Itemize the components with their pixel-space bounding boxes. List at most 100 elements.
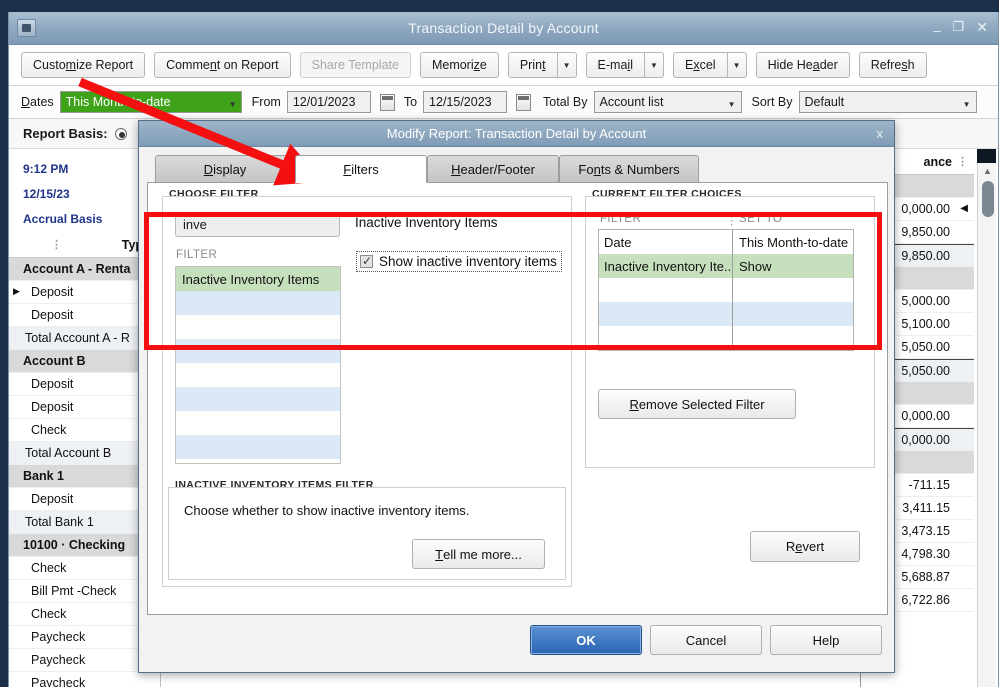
show-inactive-inventory-checkbox-row[interactable]: Show inactive inventory items xyxy=(356,251,562,272)
to-date-input[interactable]: 12/15/2023 xyxy=(423,91,508,113)
customize-report-button[interactable]: Custo m ize Report xyxy=(21,52,146,78)
scrollbar-thumb[interactable] xyxy=(982,181,994,217)
to-date-value: 12/15/2023 xyxy=(429,95,492,109)
filter-list-item[interactable] xyxy=(176,435,340,459)
comment-on-report-button[interactable]: Comme n t on Report xyxy=(154,52,291,78)
scroll-up-icon[interactable]: ▲ xyxy=(978,163,997,179)
report-vertical-scrollbar[interactable]: ▲ xyxy=(977,149,996,687)
memorize-button[interactable]: Memori z e xyxy=(419,52,499,78)
print-button[interactable]: Prin t xyxy=(507,52,558,78)
filter-list-item[interactable] xyxy=(176,339,340,363)
total-by-dropdown[interactable]: Account list ▼ xyxy=(593,91,742,113)
help-button[interactable]: Help xyxy=(770,625,882,655)
window-title: Transaction Detail by Account xyxy=(408,20,599,36)
dates-dropdown-value: This Month-to-date xyxy=(65,95,171,109)
close-icon[interactable]: ✕ xyxy=(976,20,988,34)
dialog-titlebar: Modify Report: Transaction Detail by Acc… xyxy=(139,121,894,147)
filter-list-item[interactable] xyxy=(176,291,340,315)
report-basis-label: Report Basis: xyxy=(23,126,108,141)
excel-split-button: Ex cel ▼ xyxy=(672,52,747,78)
excel-chevron-down-icon[interactable]: ▼ xyxy=(727,52,747,78)
from-label: From xyxy=(251,95,281,109)
maximize-icon[interactable]: ❐ xyxy=(953,20,965,34)
current-filter-row[interactable] xyxy=(599,278,853,302)
tab-filters[interactable]: Filters xyxy=(295,155,427,183)
email-button[interactable]: E-ma i l xyxy=(585,52,645,78)
show-inactive-inventory-checkbox[interactable] xyxy=(360,254,373,268)
dates-dropdown[interactable]: This Month-to-date ▼ xyxy=(59,91,242,113)
report-row-balance: 6,722.86 xyxy=(901,593,950,607)
cancel-button[interactable]: Cancel xyxy=(650,625,762,655)
filter-list-item[interactable] xyxy=(176,411,340,435)
remove-selected-filter-button[interactable]: Remove Selected Filter xyxy=(598,389,796,419)
current-filter-name xyxy=(599,278,733,302)
tab-fonts-numbers[interactable]: Fonts & Numbers xyxy=(559,155,699,182)
excel-button[interactable]: Ex cel xyxy=(672,52,728,78)
revert-button[interactable]: Re vert xyxy=(750,531,860,562)
from-date-input[interactable]: 12/01/2023 xyxy=(286,91,371,113)
to-label: To xyxy=(403,95,418,109)
from-calendar-icon[interactable] xyxy=(379,93,395,111)
filter-list-item[interactable] xyxy=(176,387,340,411)
report-row-balance: 0,000.00 xyxy=(901,409,950,423)
column-grip-icon: ⋮ xyxy=(51,239,63,251)
current-filter-row[interactable]: Inactive Inventory Ite... Show xyxy=(599,254,853,278)
report-row-balance: 5,000.00 xyxy=(901,294,950,308)
desktop-top-strip xyxy=(0,0,999,12)
ok-button[interactable]: OK xyxy=(530,625,642,655)
column-header-balance-label: ance xyxy=(923,154,953,169)
cfc-col-setto-header: SET TO xyxy=(739,213,783,225)
current-filter-choices-table[interactable]: Date This Month-to-date Inactive Inventory… xyxy=(598,229,854,351)
dialog-title: Modify Report: Transaction Detail by Acc… xyxy=(386,126,647,141)
print-chevron-down-icon[interactable]: ▼ xyxy=(557,52,577,78)
tell-me-more-button[interactable]: Tell me more... xyxy=(412,539,545,569)
cfc-col-filter-header: FILTER xyxy=(600,213,642,225)
total-by-value: Account list xyxy=(599,95,664,109)
show-inactive-inventory-label: Show inactive inventory items xyxy=(379,254,557,269)
current-filter-row[interactable]: Date This Month-to-date xyxy=(599,230,853,254)
filter-list-item[interactable] xyxy=(176,315,340,339)
minimize-icon[interactable]: – xyxy=(933,24,940,38)
report-toolbar: Custo m ize Report Comme n t on Report Share… xyxy=(9,45,998,86)
current-filter-setto xyxy=(733,326,853,350)
dialog-close-icon[interactable]: x xyxy=(877,126,884,141)
tab-display[interactable]: Display xyxy=(155,155,295,182)
report-row-balance: 9,850.00 xyxy=(901,248,950,263)
sort-by-label: Sort By xyxy=(751,95,793,109)
description-text: Choose whether to show inactive inventor… xyxy=(184,503,470,518)
sort-by-value: Default xyxy=(804,95,845,109)
refresh-button[interactable]: Refre s h xyxy=(858,52,927,78)
report-basis-radio-accrual[interactable] xyxy=(114,127,127,140)
filter-list-item[interactable]: Inactive Inventory Items xyxy=(176,267,340,291)
sort-by-chevron-down-icon: ▼ xyxy=(962,100,971,109)
report-row-balance: 5,100.00 xyxy=(901,317,950,331)
current-filter-row[interactable] xyxy=(599,326,853,350)
sort-by-dropdown[interactable]: Default ▼ xyxy=(798,91,977,113)
report-row-balance: 0,000.00 xyxy=(901,202,950,216)
report-row-label[interactable]: Paycheck xyxy=(9,672,160,687)
report-row-balance: 0,000.00 xyxy=(901,432,950,447)
filter-listbox[interactable]: Inactive Inventory Items xyxy=(175,266,341,464)
share-template-button: Share Template xyxy=(299,52,411,78)
hide-header-button[interactable]: Hide He a der xyxy=(755,52,850,78)
filter-search-input[interactable]: inve xyxy=(175,212,340,237)
row-marker-icon: ◀ xyxy=(960,203,968,214)
total-by-chevron-down-icon: ▼ xyxy=(727,100,736,109)
current-filter-name xyxy=(599,326,733,350)
email-split-button: E-ma i l ▼ xyxy=(585,52,664,78)
report-titlebar: Transaction Detail by Account – ❐ ✕ xyxy=(9,12,998,45)
filter-search-value: inve xyxy=(183,217,207,232)
dates-chevron-down-icon: ▼ xyxy=(228,100,237,109)
filter-list-item[interactable] xyxy=(176,363,340,387)
current-filter-setto xyxy=(733,278,853,302)
report-row-balance: 3,473.15 xyxy=(901,524,950,538)
report-row-balance: 5,050.00 xyxy=(901,340,950,354)
tab-header-footer[interactable]: Header/Footer xyxy=(427,155,559,182)
scrollbar-top-cap xyxy=(977,149,996,163)
current-filter-row[interactable] xyxy=(599,302,853,326)
from-date-value: 12/01/2023 xyxy=(292,95,356,109)
current-filter-setto: Show xyxy=(739,258,772,274)
to-calendar-icon[interactable] xyxy=(516,93,532,111)
current-filter-name xyxy=(599,302,733,326)
email-chevron-down-icon[interactable]: ▼ xyxy=(644,52,664,78)
